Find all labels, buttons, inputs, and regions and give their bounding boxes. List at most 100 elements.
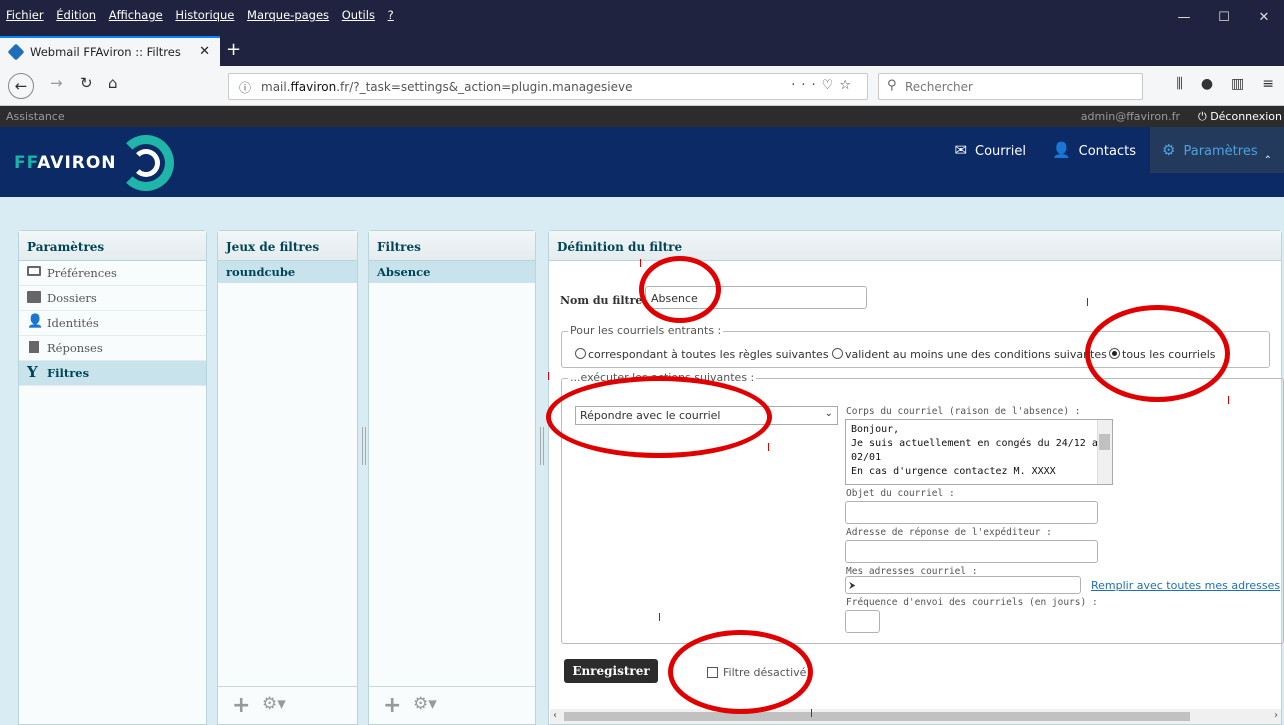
annotation-mark xyxy=(548,372,549,380)
search-input[interactable]: ⚲ Rechercher xyxy=(878,73,1143,100)
filters-footer: + ⚙▾ xyxy=(369,686,535,724)
scroll-left-icon[interactable]: ‹ xyxy=(553,710,557,721)
filterset-actions-icon[interactable]: ⚙▾ xyxy=(262,694,286,714)
add-filterset-icon[interactable]: + xyxy=(232,693,250,718)
textarea-scrollbar[interactable] xyxy=(1097,420,1112,484)
sidebar-icon[interactable]: ▥ xyxy=(1231,76,1244,92)
frequency-label: Fréquence d'envoi des courriels (en jour… xyxy=(846,597,1098,608)
monitor-icon xyxy=(27,266,41,276)
filter-row[interactable]: Absence xyxy=(369,261,535,283)
close-tab-icon[interactable]: ✕ xyxy=(199,44,210,59)
library-icon[interactable]: ⫼ xyxy=(1176,76,1182,92)
annotation-circle xyxy=(1085,305,1230,402)
menu-marque-pages[interactable]: Marque-pages xyxy=(247,8,329,22)
rule-all-radio[interactable]: correspondant à toutes les règles suivan… xyxy=(575,348,829,361)
nav-contacts[interactable]: 👤 Contacts xyxy=(1040,127,1150,173)
filters-panel-title: Filtres xyxy=(369,231,535,261)
url-text: mail.ffaviron.fr/?_task=settings&_action… xyxy=(261,80,633,94)
filtersets-footer: + ⚙▾ xyxy=(218,686,357,724)
horizontal-scrollbar[interactable]: ‹ › xyxy=(550,709,1281,724)
browser-menubar: Fichier Édition Affichage Historique Mar… xyxy=(0,0,1284,36)
subject-label: Objet du courriel : xyxy=(846,488,955,499)
settings-panel-title: Paramètres xyxy=(19,231,206,261)
tab-strip: Webmail FFAviron :: Filtres ✕ + xyxy=(0,36,1284,66)
rules-legend: Pour les courriels entrants : xyxy=(568,324,724,337)
filter-actions-icon[interactable]: ⚙▾ xyxy=(413,694,437,714)
filter-name-label: Nom du filtre : xyxy=(560,294,651,307)
menu-affichage[interactable]: Affichage xyxy=(109,8,163,22)
sidebar-item-identities[interactable]: 👤 Identités xyxy=(19,311,206,336)
menu-edition[interactable]: Édition xyxy=(56,8,96,22)
favicon-icon xyxy=(7,43,25,61)
gear-icon: ⚙ xyxy=(1162,141,1176,159)
sidebar-item-filters[interactable]: Y Filtres xyxy=(19,361,206,386)
person-icon: 👤 xyxy=(1051,141,1071,159)
splitter[interactable] xyxy=(362,427,366,465)
filter-icon: Y xyxy=(27,363,38,381)
menu-icon[interactable]: ≡ xyxy=(1262,76,1274,92)
home-icon[interactable]: ⌂ xyxy=(108,74,118,92)
settings-panel: Paramètres Préférences Dossiers 👤 Identi… xyxy=(18,230,207,725)
username: admin@ffaviron.fr xyxy=(1080,110,1180,123)
new-tab-icon[interactable]: + xyxy=(226,39,241,60)
power-icon: ⏻ xyxy=(1197,110,1211,123)
assistance-link[interactable]: Assistance xyxy=(6,110,65,123)
save-button[interactable]: Enregistrer xyxy=(564,659,658,683)
page-actions-icon[interactable]: ···♡☆ xyxy=(791,78,857,93)
logout-button[interactable]: ⏻ Déconnexion xyxy=(1198,110,1282,124)
maximize-icon[interactable]: ☐ xyxy=(1204,0,1244,36)
subject-input[interactable] xyxy=(845,501,1098,524)
nav-settings[interactable]: ⚙ Paramètres ‸ xyxy=(1150,127,1284,173)
reply-address-input[interactable] xyxy=(845,540,1098,563)
close-window-icon[interactable]: ✕ xyxy=(1244,0,1284,36)
splitter[interactable] xyxy=(540,427,544,465)
search-placeholder: Rechercher xyxy=(905,80,973,94)
chevron-down-icon: ⌄ xyxy=(824,408,833,419)
tab-title: Webmail FFAviron :: Filtres xyxy=(30,45,181,59)
url-bar[interactable]: ⓘ mail.ffaviron.fr/?_task=settings&_acti… xyxy=(228,73,868,100)
radio-icon xyxy=(575,348,586,359)
annotation-circle xyxy=(639,256,721,323)
scroll-right-icon[interactable]: › xyxy=(1274,710,1278,721)
filterset-row[interactable]: roundcube xyxy=(218,261,357,283)
top-line: Assistance admin@ffaviron.fr ⏻ Déconnexi… xyxy=(0,106,1284,127)
annotation-mark xyxy=(1087,298,1088,306)
body-textarea[interactable]: Bonjour, Je suis actuellement en congés … xyxy=(845,419,1113,485)
reply-address-label: Adresse de réponse de l'expéditeur : xyxy=(846,527,1052,538)
site-info-icon[interactable]: ⓘ xyxy=(239,79,251,96)
app-header: FFAVIRON ✉ Courriel 👤 Contacts ⚙ Paramètres… xyxy=(0,127,1284,197)
browser-navbar: ← → ↻ ⌂ ⓘ mail.ffaviron.fr/?_task=settin… xyxy=(0,66,1284,106)
menu-outils[interactable]: Outils xyxy=(342,8,375,22)
filtersets-panel-title: Jeux de filtres xyxy=(218,231,357,261)
fill-addresses-link[interactable]: Remplir avec toutes mes adresses xyxy=(1091,579,1280,592)
folder-icon xyxy=(27,291,41,303)
extension-icon[interactable]: ● xyxy=(1201,76,1213,92)
menu-historique[interactable]: Historique xyxy=(175,8,234,22)
menu-fichier[interactable]: Fichier xyxy=(6,8,44,22)
sidebar-item-folders[interactable]: Dossiers xyxy=(19,286,206,311)
document-icon xyxy=(29,341,39,353)
annotation-mark xyxy=(640,259,641,267)
definition-title: Définition du filtre xyxy=(549,231,1281,261)
rule-any-radio[interactable]: valident au moins une des conditions sui… xyxy=(832,348,1107,361)
annotation-mark xyxy=(811,709,812,717)
reload-icon[interactable]: ↻ xyxy=(80,74,93,92)
minimize-icon[interactable]: — xyxy=(1164,0,1204,36)
envelope-icon: ✉ xyxy=(954,141,968,159)
addresses-input[interactable]: ⮞ xyxy=(845,576,1081,594)
browser-tab[interactable]: Webmail FFAviron :: Filtres ✕ xyxy=(0,36,220,66)
sidebar-item-responses[interactable]: Réponses xyxy=(19,336,206,361)
sidebar-item-preferences[interactable]: Préférences xyxy=(19,261,206,286)
add-filter-icon[interactable]: + xyxy=(383,693,401,718)
back-icon[interactable]: ← xyxy=(8,73,34,99)
annotation-mark xyxy=(659,613,660,621)
frequency-input[interactable] xyxy=(845,610,880,633)
filters-panel: Filtres Absence + ⚙▾ xyxy=(368,230,536,725)
annotation-mark xyxy=(1228,396,1229,404)
menu-help[interactable]: ? xyxy=(388,8,394,22)
annotation-circle xyxy=(668,630,813,714)
nav-mail[interactable]: ✉ Courriel xyxy=(942,127,1040,173)
ffaviron-logo[interactable]: FFAVIRON xyxy=(14,133,174,195)
forward-icon[interactable]: → xyxy=(50,74,63,92)
body-label: Corps du courriel (raison de l'absence) … xyxy=(846,406,1081,417)
